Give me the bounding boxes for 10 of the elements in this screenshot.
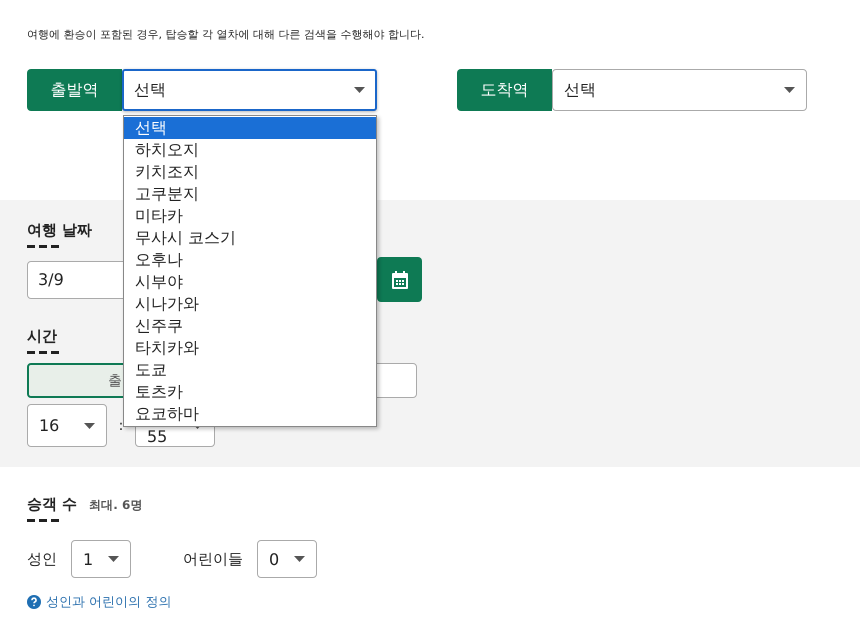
section-heading: 여행 날짜: [27, 221, 92, 240]
time-separator: :: [118, 418, 124, 434]
section-heading: 시간: [27, 327, 57, 346]
section-heading: 승객 수: [27, 495, 78, 514]
notice-text: 여행에 환승이 포함된 경우, 탑승할 각 열차에 대해 다른 검색을 수행해야 합니다.: [27, 27, 426, 42]
station-label: 도착역: [457, 69, 552, 111]
passenger-label: 어린이들: [183, 550, 243, 568]
passenger-label: 성인: [27, 550, 57, 568]
max-note: 최대. 6명: [89, 497, 142, 514]
station-label: 출발역: [27, 69, 122, 111]
